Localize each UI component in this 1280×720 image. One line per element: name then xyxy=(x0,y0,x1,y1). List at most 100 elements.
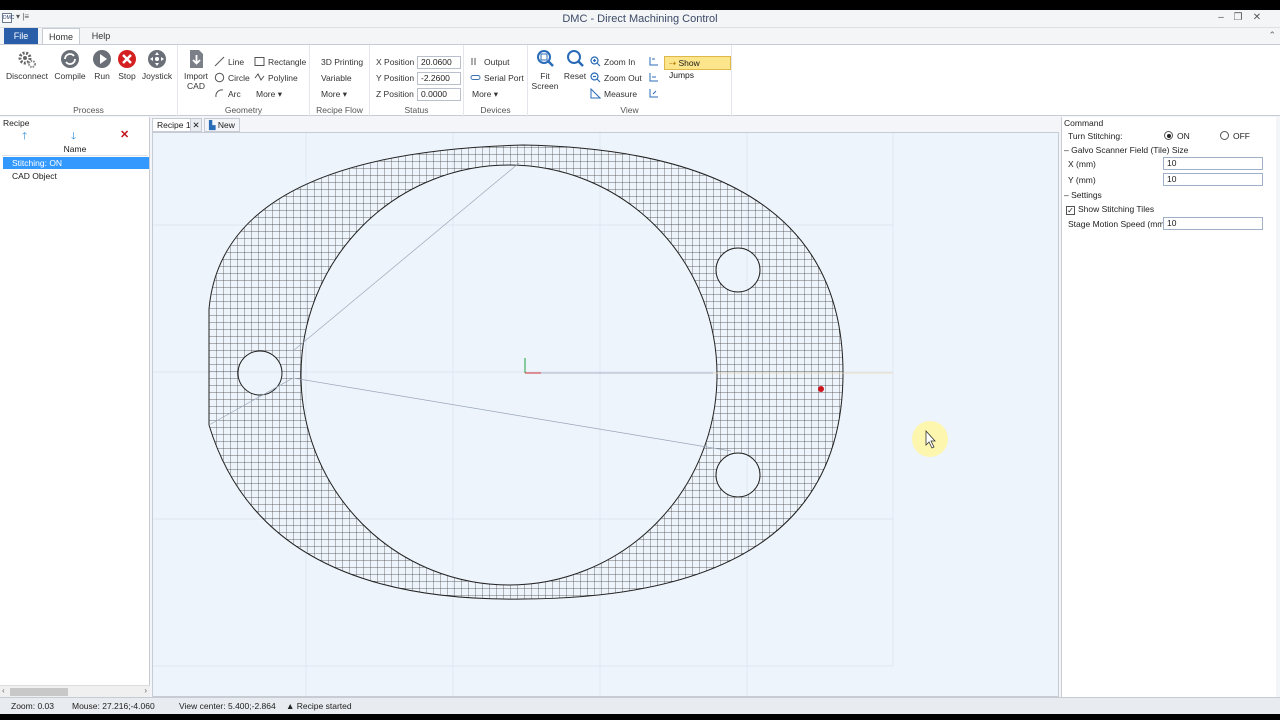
tile-x-field[interactable]: 10 xyxy=(1163,157,1263,170)
radio-off-icon xyxy=(1220,131,1229,140)
disconnect-button[interactable]: Disconnect xyxy=(6,49,48,81)
output-button[interactable]: Output xyxy=(470,55,510,69)
variable-button[interactable]: Variable xyxy=(321,71,352,85)
title-bar: DMC ▾ |≡ DMC - Direct Machining Control … xyxy=(0,10,1280,28)
show-jumps-button[interactable]: ⇢ Show Jumps xyxy=(664,56,731,80)
recipe-item-stitching[interactable]: Stitching: ON xyxy=(3,157,149,169)
view-option-icon-1[interactable] xyxy=(648,55,662,69)
joystick-icon xyxy=(148,50,166,68)
minimize-icon[interactable]: – xyxy=(1214,12,1228,24)
arc-button[interactable]: Arc xyxy=(214,87,241,101)
play-icon xyxy=(93,50,111,68)
zoom-out-button[interactable]: Zoom Out xyxy=(590,71,642,85)
recipe-panel: Recipe 🡑 🡓 ✕ Name Stitching: ON CAD Obje… xyxy=(0,117,150,697)
import-cad-button[interactable]: Import CAD xyxy=(182,49,210,91)
circle-button[interactable]: Circle xyxy=(214,71,250,85)
geometry-more-button[interactable]: More ▾ xyxy=(256,87,282,101)
dropdown-arrow-icon: ▾ xyxy=(491,89,499,99)
delete-icon[interactable]: ✕ xyxy=(120,128,129,141)
group-geometry: Import CAD Line Circle Arc Rectangle Pol… xyxy=(178,45,310,117)
measure-icon xyxy=(590,88,601,99)
group-view: Fit Screen Reset Zoom In Zoom Out Measur… xyxy=(528,45,732,117)
tile-y-field[interactable]: 10 xyxy=(1163,173,1263,186)
settings-section-header: – Settings xyxy=(1064,190,1102,200)
recipe-horizontal-scrollbar[interactable]: ‹ › xyxy=(0,685,150,697)
output-icon xyxy=(471,58,476,65)
caret-up-icon: ▲ xyxy=(286,701,297,711)
line-icon xyxy=(214,56,225,67)
rectangle-icon xyxy=(254,57,265,66)
stop-icon xyxy=(118,50,136,68)
compile-icon xyxy=(61,50,79,68)
tile-y-label: Y (mm) xyxy=(1068,175,1096,185)
zoom-out-icon xyxy=(590,72,601,83)
recipe-toolbar: 🡑 🡓 ✕ xyxy=(0,128,150,142)
gears-icon xyxy=(18,51,36,68)
rectangle-button[interactable]: Rectangle xyxy=(254,55,306,69)
tab-home[interactable]: Home xyxy=(42,28,80,44)
group-recipe-flow-label: Recipe Flow xyxy=(316,105,363,115)
document-tabs: Recipe 1 ✕ ▙ New xyxy=(152,117,1058,132)
zoom-in-button[interactable]: Zoom In xyxy=(590,55,635,69)
magnifier-icon xyxy=(567,50,584,67)
tab-new[interactable]: ▙ New xyxy=(204,118,240,132)
group-process: Disconnect Compile Run Stop Joystick Pro… xyxy=(0,45,178,117)
origin-axes xyxy=(524,358,541,374)
z-position-field[interactable]: 0.0000 xyxy=(417,88,461,101)
view-option-icon-2[interactable] xyxy=(648,71,662,85)
axis-icon xyxy=(649,89,658,98)
stage-speed-field[interactable]: 10 xyxy=(1163,217,1263,230)
y-position-field[interactable]: -2.2600 xyxy=(417,72,461,85)
window-title: DMC - Direct Machining Control xyxy=(562,13,718,25)
joystick-button[interactable]: Joystick xyxy=(141,49,173,81)
circle-icon xyxy=(214,72,225,83)
devices-more-button[interactable]: More ▾ xyxy=(472,87,498,101)
x-position-field[interactable]: 20.0600 xyxy=(417,56,461,69)
recipe-state-status: ▲ Recipe started xyxy=(286,701,352,711)
reset-view-button[interactable]: Reset xyxy=(562,49,588,81)
turn-stitching-label: Turn Stitching: xyxy=(1068,131,1123,141)
view-center-status: View center: 5.400;-2.864 xyxy=(179,701,276,711)
tab-file[interactable]: File xyxy=(4,28,38,44)
group-devices: Output Serial Port More ▾ Devices xyxy=(464,45,528,117)
run-button[interactable]: Run xyxy=(90,49,114,81)
maximize-icon[interactable]: ❐ xyxy=(1231,12,1245,24)
command-panel-title: Command xyxy=(1064,118,1104,128)
dropdown-arrow-icon: ▾ xyxy=(340,89,348,99)
scroll-right-icon[interactable]: › xyxy=(144,686,147,695)
recipe-item-cad-object[interactable]: CAD Object xyxy=(3,170,149,182)
scrollbar-thumb[interactable] xyxy=(10,688,68,696)
mouse-status: Mouse: 27.216;-4.060 xyxy=(72,701,155,711)
stitching-on-radio[interactable]: ON xyxy=(1164,131,1190,141)
group-process-label: Process xyxy=(73,105,104,115)
view-option-icon-3[interactable] xyxy=(648,87,662,101)
z-position-label: Z Position xyxy=(376,89,414,99)
group-devices-label: Devices xyxy=(480,105,511,115)
line-button[interactable]: Line xyxy=(214,55,244,69)
radio-on-icon xyxy=(1164,131,1173,140)
fit-screen-button[interactable]: Fit Screen xyxy=(530,49,560,91)
compile-button[interactable]: Compile xyxy=(54,49,86,81)
close-icon[interactable]: ✕ xyxy=(1250,12,1264,24)
recipe-flow-more-button[interactable]: More ▾ xyxy=(321,87,347,101)
y-position-label: Y Position xyxy=(376,73,415,83)
group-view-label: View xyxy=(620,105,639,115)
galvo-section-header: – Galvo Scanner Field (Tile) Size xyxy=(1064,145,1189,155)
close-tab-icon[interactable]: ✕ xyxy=(190,118,202,132)
polyline-button[interactable]: Polyline xyxy=(254,71,298,85)
ribbon-collapse-icon[interactable]: ⌃ xyxy=(1268,30,1276,41)
tab-help[interactable]: Help xyxy=(86,28,116,44)
measure-button[interactable]: Measure xyxy=(590,87,637,101)
3d-printing-button[interactable]: 3D Printing xyxy=(321,55,363,69)
stop-button[interactable]: Stop xyxy=(116,49,138,81)
scroll-left-icon[interactable]: ‹ xyxy=(2,686,5,695)
serial-port-button[interactable]: Serial Port xyxy=(470,71,524,85)
app-window: DMC ▾ |≡ DMC - Direct Machining Control … xyxy=(0,10,1280,714)
drawing-canvas[interactable] xyxy=(152,132,1059,697)
ribbon: Disconnect Compile Run Stop Joystick Pro… xyxy=(0,44,1280,117)
recipe-column-header[interactable]: Name xyxy=(2,142,148,156)
stitching-off-radio[interactable]: OFF xyxy=(1220,131,1250,141)
command-panel: Command Turn Stitching: ON OFF – Galvo S… xyxy=(1061,117,1276,697)
cad-drawing xyxy=(153,133,948,696)
show-tiles-checkbox[interactable]: ✓ Show Stitching Tiles xyxy=(1066,204,1154,215)
